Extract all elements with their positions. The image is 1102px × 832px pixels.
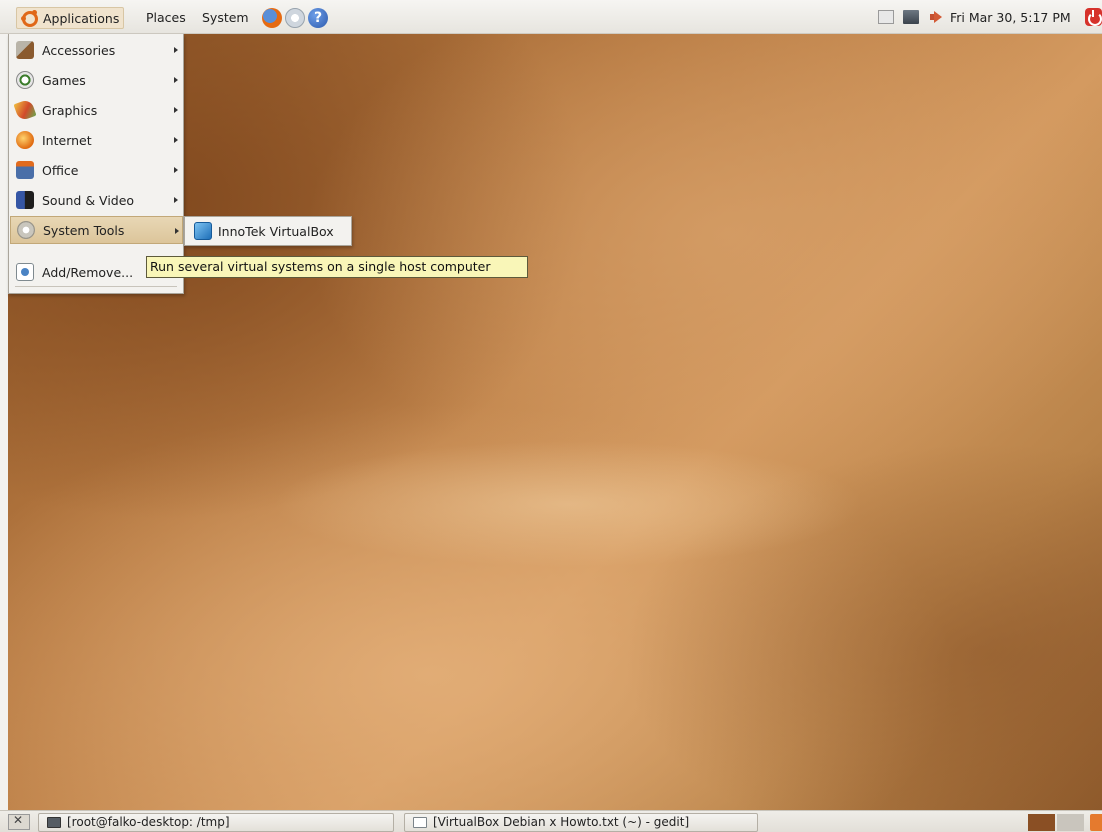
office-icon — [16, 161, 34, 179]
menu-item-accessories[interactable]: Accessories — [10, 36, 183, 64]
places-menu[interactable]: Places — [142, 7, 190, 29]
shutdown-icon[interactable] — [1085, 8, 1102, 26]
menu-item-label: Add/Remove... — [42, 264, 134, 280]
menu-item-label: System Tools — [43, 222, 125, 238]
menu-item-graphics[interactable]: Graphics — [10, 96, 183, 124]
menu-item-label: Graphics — [42, 102, 98, 118]
workspace-2[interactable] — [1057, 814, 1084, 831]
virtualbox-icon — [194, 222, 212, 240]
show-desktop-button[interactable] — [8, 813, 30, 830]
network-icon[interactable] — [903, 10, 919, 24]
accessories-icon — [16, 41, 34, 59]
places-menu-label: Places — [146, 10, 186, 25]
system-tools-icon — [17, 221, 35, 239]
trash-icon[interactable] — [1090, 814, 1102, 831]
ubuntu-logo-icon — [21, 10, 38, 27]
menu-item-virtualbox[interactable]: InnoTek VirtualBox — [186, 218, 350, 244]
add-remove-icon — [16, 263, 34, 281]
submenu-arrow-icon — [175, 228, 179, 234]
menu-item-games[interactable]: Games — [10, 66, 183, 94]
help-icon[interactable]: ? — [308, 8, 328, 28]
submenu-arrow-icon — [174, 197, 178, 203]
system-tools-submenu: InnoTek VirtualBox — [184, 216, 352, 246]
taskbar-button-gedit[interactable]: [VirtualBox Debian x Howto.txt (~) - ged… — [404, 813, 758, 832]
submenu-arrow-icon — [174, 167, 178, 173]
bottom-panel: [root@falko-desktop: /tmp] [VirtualBox D… — [0, 810, 1102, 832]
applications-dropdown: Accessories Games Graphics Internet Offi… — [8, 34, 184, 294]
sound-video-icon — [16, 191, 34, 209]
menu-item-internet[interactable]: Internet — [10, 126, 183, 154]
mail-icon[interactable] — [285, 8, 305, 28]
internet-icon — [16, 131, 34, 149]
menu-item-label: InnoTek VirtualBox — [218, 223, 334, 239]
applications-menu[interactable]: Applications — [16, 7, 125, 29]
menu-item-label: Sound & Video — [42, 192, 135, 208]
submenu-arrow-icon — [174, 137, 178, 143]
menu-item-label: Internet — [42, 132, 92, 148]
menu-item-label: Games — [42, 72, 86, 88]
terminal-icon — [47, 817, 61, 828]
taskbar-button-label: [VirtualBox Debian x Howto.txt (~) - ged… — [433, 815, 690, 829]
workspace-1[interactable] — [1028, 814, 1055, 831]
submenu-arrow-icon — [174, 77, 178, 83]
games-icon — [16, 71, 34, 89]
screen-edge — [0, 34, 8, 810]
notification-icon[interactable] — [878, 10, 894, 24]
menu-separator — [15, 286, 177, 287]
workspace-switcher — [1028, 814, 1084, 831]
menu-item-sound-video[interactable]: Sound & Video — [10, 186, 183, 214]
gedit-icon — [413, 817, 427, 828]
applications-menu-label: Applications — [43, 11, 120, 26]
tooltip: Run several virtual systems on a single … — [146, 256, 528, 278]
top-panel: Applications Places System ? Fri Mar 30,… — [0, 0, 1102, 34]
system-menu-label: System — [202, 10, 249, 25]
menu-item-label: Accessories — [42, 42, 116, 58]
clock[interactable]: Fri Mar 30, 5:17 PM — [950, 7, 1071, 29]
menu-item-office[interactable]: Office — [10, 156, 183, 184]
system-menu[interactable]: System — [198, 7, 253, 29]
taskbar-button-terminal[interactable]: [root@falko-desktop: /tmp] — [38, 813, 394, 832]
menu-item-system-tools[interactable]: System Tools — [10, 216, 183, 244]
firefox-icon[interactable] — [262, 8, 282, 28]
graphics-icon — [13, 98, 37, 122]
volume-icon[interactable] — [930, 10, 944, 24]
taskbar-button-label: [root@falko-desktop: /tmp] — [67, 815, 230, 829]
submenu-arrow-icon — [174, 47, 178, 53]
submenu-arrow-icon — [174, 107, 178, 113]
menu-item-label: Office — [42, 162, 79, 178]
